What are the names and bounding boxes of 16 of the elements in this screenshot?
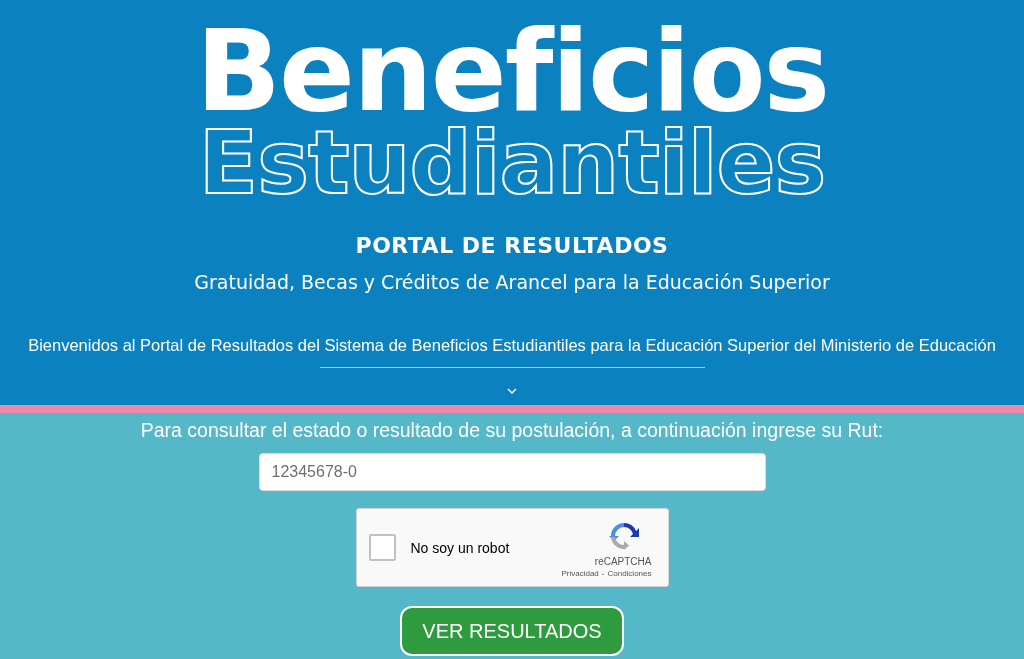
recaptcha-logo-icon bbox=[607, 520, 640, 552]
tagline: Gratuidad, Becas y Créditos de Arancel para la Educación Superior bbox=[194, 271, 830, 293]
chevron-down-icon[interactable] bbox=[507, 388, 517, 394]
terms-link[interactable]: Condiciones bbox=[607, 569, 652, 578]
recaptcha-brand: reCAPTCHA bbox=[594, 556, 652, 567]
privacy-link[interactable]: Privacidad bbox=[561, 569, 599, 578]
site-subtitle: Estudiantiles bbox=[198, 120, 826, 207]
rut-prompt: Para consultar el estado o resultado de su postulación, a continuación ingrese su Rut: bbox=[140, 419, 884, 441]
view-results-button[interactable]: VER RESULTADOS bbox=[400, 606, 624, 656]
captcha-label: No soy un robot bbox=[410, 539, 511, 556]
portal-title: PORTAL DE RESULTADOS bbox=[355, 233, 669, 259]
link-separator: - bbox=[601, 569, 605, 578]
rut-input-field[interactable]: 12345678-0 bbox=[258, 453, 766, 491]
welcome-text: Bienvenidos al Portal de Resultados del Sistema de Beneficios Estudiantiles para la Educación Superior del Ministerio de Educación bbox=[28, 336, 996, 355]
site-title: Beneficios bbox=[195, 21, 829, 121]
captcha-checkbox[interactable] bbox=[368, 534, 396, 561]
